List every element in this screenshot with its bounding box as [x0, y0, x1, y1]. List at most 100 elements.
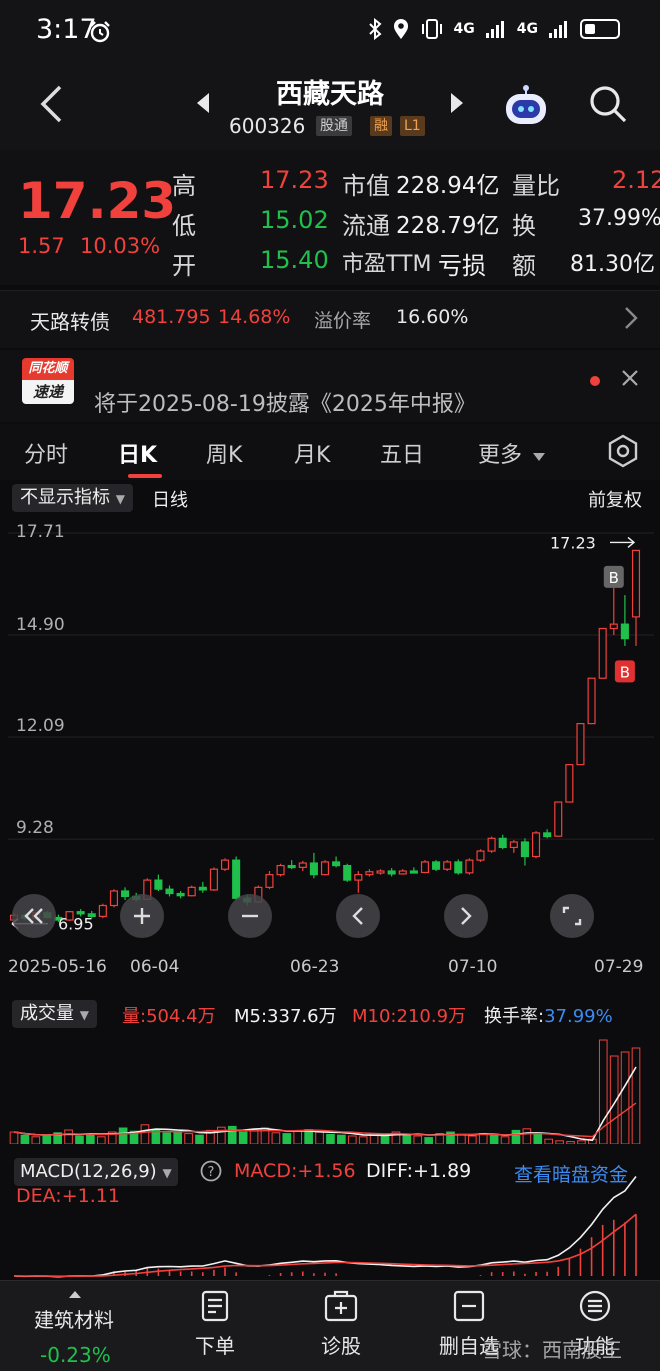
macd-value: MACD:+1.56: [234, 1160, 356, 1182]
zoom-out-far-button[interactable]: [12, 894, 56, 938]
scroll-left-button[interactable]: [336, 894, 380, 938]
high-value: 17.23: [260, 166, 329, 194]
open-label: 开: [172, 252, 196, 280]
tab-intraday[interactable]: 分时: [24, 437, 68, 469]
x-tick-label: 07-29: [594, 957, 644, 977]
buy-marker-label: B: [609, 569, 619, 587]
sector-name[interactable]: 建筑材料: [34, 1304, 114, 1333]
x-tick-label: 07-10: [448, 957, 498, 977]
candle-body: [387, 870, 396, 875]
open-value: 15.40: [260, 246, 329, 274]
volume-bar: [489, 1134, 499, 1144]
next-stock-icon[interactable]: [450, 92, 464, 118]
menu-icon: [579, 1290, 611, 1322]
stock-code: 600326: [229, 114, 306, 138]
order-button[interactable]: 下单: [170, 1290, 260, 1359]
volume-bar: [380, 1134, 390, 1144]
volume-value: 量:504.4万: [122, 1006, 216, 1027]
volume-bar: [184, 1133, 193, 1144]
bond-pct: 14.68%: [218, 306, 291, 328]
high-label: 高: [172, 172, 196, 200]
tab-monthly-k[interactable]: 月K: [294, 437, 330, 469]
candle-body: [109, 890, 119, 907]
macd-dea: DEA:+1.11: [16, 1185, 120, 1207]
candle-body: [209, 868, 218, 891]
tab-five-day[interactable]: 五日: [380, 437, 424, 469]
zoom-in-button[interactable]: [120, 894, 164, 938]
news-logo-top: 同花顺: [22, 358, 74, 380]
news-logo: 同花顺 速递: [22, 358, 74, 406]
dark-pool-link[interactable]: 查看暗盘资金: [514, 1160, 628, 1187]
margin-tag: 融: [370, 116, 392, 136]
volume-bar: [511, 1129, 521, 1144]
volume-bar: [195, 1134, 204, 1144]
chart-settings-icon[interactable]: [606, 434, 640, 472]
zoom-out-button[interactable]: [228, 894, 272, 938]
candle-body: [320, 861, 330, 876]
candle-body: [176, 892, 185, 897]
candle-body: [121, 890, 130, 898]
fullscreen-button[interactable]: [550, 894, 594, 938]
candle-body: [609, 623, 618, 630]
volume-turnover-text: 换手率:37.99%: [484, 1006, 613, 1027]
signal-1-label: 4G: [453, 21, 475, 37]
bond-price: 481.795: [132, 306, 211, 328]
diagnose-button[interactable]: 诊股: [296, 1290, 386, 1359]
turnover-value: 37.99%: [578, 206, 660, 231]
chevron-right-icon[interactable]: [624, 306, 638, 334]
status-icons: 4G 4G: [368, 18, 620, 40]
volume-bar: [20, 1134, 30, 1144]
candle-body: [420, 861, 430, 874]
candle-body: [309, 862, 318, 876]
candle-body: [332, 861, 341, 867]
volume-indicator-select[interactable]: 成交量 ▼: [12, 1000, 97, 1028]
volume-chart[interactable]: [8, 1032, 654, 1144]
unread-dot: [590, 376, 600, 386]
search-icon[interactable]: [588, 84, 628, 128]
tab-more[interactable]: 更多: [478, 437, 522, 469]
price-adjust-mode[interactable]: 前复权: [588, 486, 642, 512]
buy-marker-label: B: [620, 663, 630, 681]
tab-daily-k[interactable]: 日K: [118, 437, 157, 469]
tab-weekly-k[interactable]: 周K: [206, 437, 242, 469]
line-type-label: 日线: [152, 490, 188, 511]
volume-bar: [249, 1129, 259, 1144]
plus-icon: [134, 908, 150, 924]
y-tick-label: 14.90: [16, 615, 65, 635]
x-tick-label: 06-23: [290, 957, 340, 977]
volume-bar: [238, 1131, 248, 1144]
candle-body: [443, 861, 452, 870]
close-icon[interactable]: [620, 368, 640, 392]
location-icon: [393, 19, 408, 39]
scroll-right-button[interactable]: [444, 894, 488, 938]
candle-body: [220, 859, 230, 870]
candle-body: [543, 832, 552, 838]
candlestick-chart[interactable]: 17.23 6.95 B B: [8, 515, 654, 945]
level-tag: L1: [400, 116, 425, 136]
volume-select-label: 成交量: [20, 1003, 74, 1024]
indicator-select[interactable]: 不显示指标 ▼: [12, 484, 133, 512]
volratio-label: 量比: [512, 172, 560, 200]
fullscreen-icon: [562, 906, 582, 926]
low-label: 低: [172, 212, 196, 240]
chevron-left-icon: [352, 907, 363, 925]
volume-bar: [140, 1124, 150, 1144]
stock-header: 西藏天路 600326 股通 融 L1: [0, 62, 660, 150]
volume-bar: [282, 1133, 292, 1144]
min-price-label: 6.95: [58, 915, 94, 934]
x-tick-label: 2025-05-16: [8, 957, 107, 977]
bond-name: 天路转债: [30, 310, 110, 334]
help-icon[interactable]: ?: [200, 1160, 222, 1186]
float-value: 228.79亿: [396, 213, 500, 239]
volume-m10: M10:210.9万: [352, 1006, 467, 1027]
macd-diff: DIFF:+1.89: [366, 1160, 472, 1182]
watermark: 雪球：西南股王: [482, 1338, 622, 1362]
ai-assistant-icon[interactable]: [502, 82, 550, 130]
volume-bar: [631, 1047, 641, 1144]
chevron-right-icon: [461, 907, 472, 925]
vibrate-icon: [421, 19, 442, 39]
macd-indicator-select[interactable]: MACD(12,26,9) ▼: [14, 1158, 178, 1186]
volume-bar: [402, 1133, 412, 1144]
volume-bar: [326, 1133, 335, 1144]
news-text[interactable]: 将于2025-08-19披露《2025年中报》: [94, 386, 476, 418]
